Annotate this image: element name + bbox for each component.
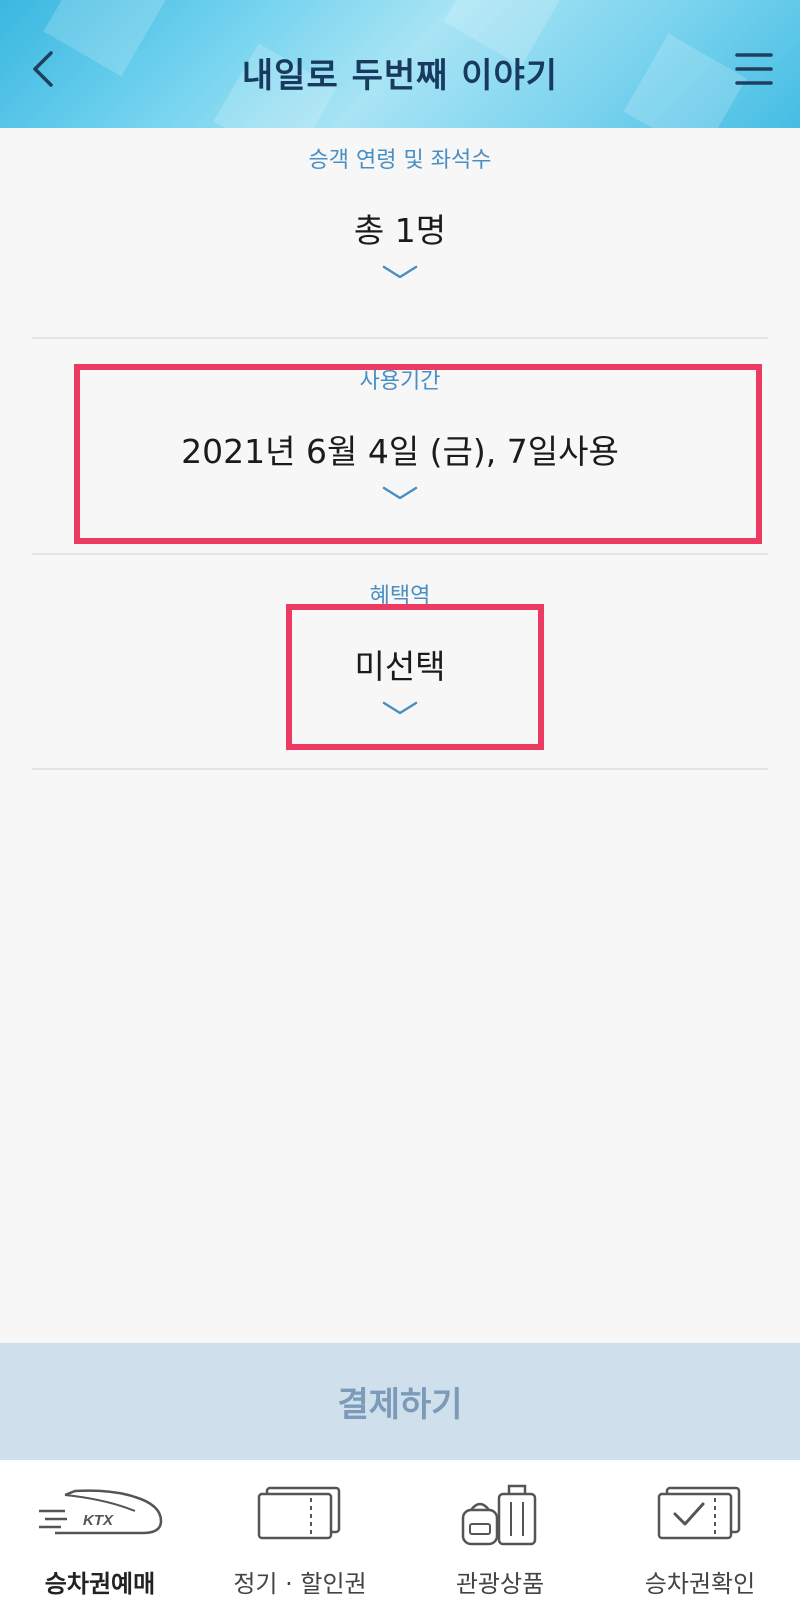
pay-button[interactable]: 결제하기 [0, 1343, 800, 1460]
luggage-icon [430, 1478, 570, 1550]
ticket-pass-icon [230, 1478, 370, 1550]
hamburger-menu-icon [735, 53, 773, 85]
ticket-check-icon [630, 1478, 770, 1550]
ktx-train-icon: KTX [30, 1478, 170, 1550]
usage-period-label: 사용기간 [359, 369, 441, 394]
benefit-station-label: 혜택역 [369, 584, 431, 609]
svg-text:KTX: KTX [83, 1512, 114, 1529]
tab-pass-discount[interactable]: 정기 · 할인권 [200, 1460, 400, 1612]
tab-tour-products[interactable]: 관광상품 [400, 1460, 600, 1612]
usage-period-value: 2021년 6월 4일 (금), 7일사용 [181, 432, 619, 471]
chevron-down-icon[interactable] [382, 700, 418, 720]
divider [32, 553, 768, 555]
passenger-label: 승객 연령 및 좌석수 [308, 148, 492, 173]
tab-label: 승차권확인 [644, 1570, 756, 1598]
tab-label: 정기 · 할인권 [233, 1570, 367, 1598]
menu-button[interactable] [730, 44, 778, 94]
chevron-down-icon[interactable] [382, 264, 418, 284]
divider [32, 337, 768, 339]
tab-ticket-check[interactable]: 승차권확인 [600, 1460, 800, 1612]
chevron-down-icon[interactable] [382, 485, 418, 505]
usage-period-section[interactable]: 사용기간 2021년 6월 4일 (금), 7일사용 [0, 363, 800, 505]
app-header: 내일로 두번째 이야기 [0, 0, 800, 128]
bottom-tab-bar: KTX 승차권예매 정기 · 할인권 관광상품 승차권확인 [0, 1460, 800, 1612]
benefit-station-section[interactable]: 혜택역 미선택 [0, 578, 800, 720]
tab-ticket-reservation[interactable]: KTX 승차권예매 [0, 1460, 200, 1612]
tab-label: 관광상품 [455, 1570, 545, 1598]
divider [32, 768, 768, 770]
benefit-station-value: 미선택 [354, 647, 446, 686]
passenger-count: 총 1명 [353, 211, 447, 250]
passenger-section[interactable]: 승객 연령 및 좌석수 총 1명 [0, 142, 800, 284]
tab-label: 승차권예매 [44, 1570, 156, 1598]
page-title: 내일로 두번째 이야기 [241, 56, 559, 96]
